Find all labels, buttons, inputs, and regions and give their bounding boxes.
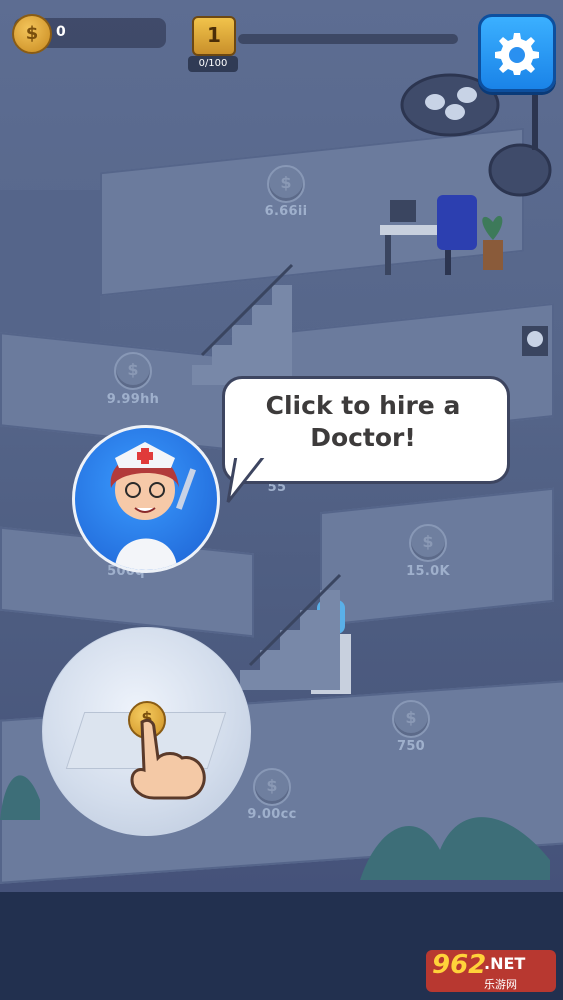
level-badge: 1 xyxy=(192,16,236,56)
floor-coin-spot xyxy=(409,524,447,562)
floor-coin-spot xyxy=(114,352,152,390)
game-scene: 6.66ii 9.99hh 55 500q 15.0K 750 9.00cc $ xyxy=(0,0,563,892)
coin-icon: $ xyxy=(12,14,52,54)
nurse-avatar xyxy=(72,425,220,573)
watermark-subtitle: 乐游网 xyxy=(484,978,517,991)
gear-icon xyxy=(495,33,539,75)
floor-coin-spot xyxy=(267,165,305,203)
skull-sign-icon xyxy=(522,326,548,356)
floor-coin-spot xyxy=(392,700,430,738)
level-progress-bar xyxy=(238,34,458,44)
floor-price-label: 15.0K xyxy=(406,564,450,579)
level-number: 1 xyxy=(207,23,221,47)
nurse-portrait-icon xyxy=(110,442,197,570)
plant-icon xyxy=(360,817,550,880)
office-desk-icon xyxy=(380,195,503,275)
floor-price-label: 750 xyxy=(396,739,426,754)
stairs-icon xyxy=(192,263,294,385)
plant-left-icon xyxy=(0,775,40,820)
floor-price-label: 9.99hh xyxy=(106,392,160,407)
pointing-hand-icon xyxy=(130,718,206,800)
watermark-suffix: .NET xyxy=(484,954,526,973)
stairs-lower-icon xyxy=(240,573,342,690)
tutorial-message: Click to hire a Doctor! xyxy=(265,391,461,452)
floor-price-label: 9.00cc xyxy=(247,807,297,822)
level-progress-text: 0/100 xyxy=(188,56,238,72)
settings-button[interactable] xyxy=(478,14,556,92)
floor-coin-spot xyxy=(253,768,291,806)
speech-bubble-tail xyxy=(226,448,268,503)
coin-count: 0 xyxy=(56,24,66,40)
floor-price-label: 6.66ii xyxy=(264,204,308,219)
watermark-number: 962 xyxy=(432,950,487,980)
